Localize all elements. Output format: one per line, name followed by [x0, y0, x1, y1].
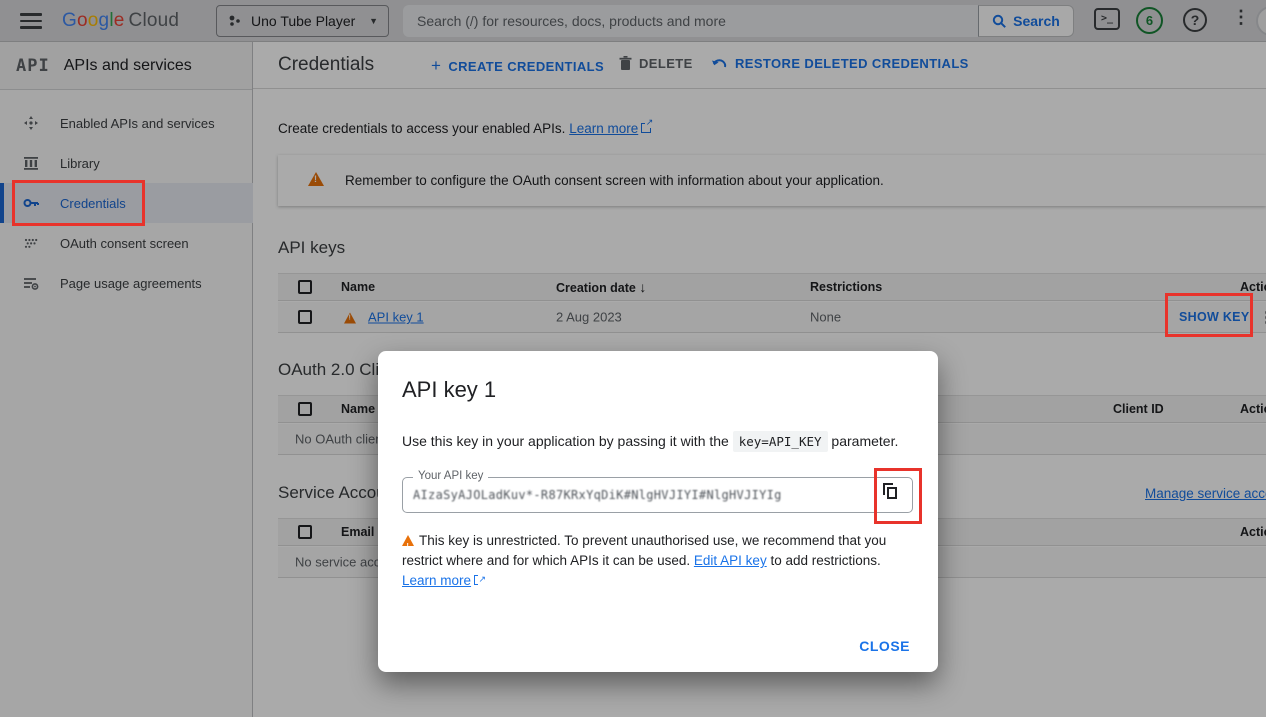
external-link-icon	[474, 575, 484, 585]
dialog-warning: This key is unrestricted. To prevent una…	[402, 531, 914, 591]
warning-icon	[402, 535, 414, 546]
api-key-value: AIzaSyAJOLadKuv*-R87KRxYqDiK#NlgHVJIYI#N…	[413, 488, 782, 502]
copy-key-button[interactable]	[879, 484, 903, 508]
api-key-field[interactable]: Your API key AIzaSyAJOLadKuv*-R87KRxYqDi…	[402, 477, 913, 513]
api-key-dialog: API key 1 Use this key in your applicati…	[378, 351, 938, 672]
dialog-learn-more-link[interactable]: Learn more	[402, 573, 471, 588]
dialog-body-text: Use this key in your application by pass…	[402, 433, 898, 449]
field-label: Your API key	[413, 470, 488, 482]
close-dialog-button[interactable]: CLOSE	[859, 638, 910, 654]
key-param-chip: key=API_KEY	[733, 431, 828, 452]
copy-icon	[887, 487, 897, 499]
edit-api-key-link[interactable]: Edit API key	[694, 553, 767, 568]
dialog-title: API key 1	[402, 377, 496, 403]
